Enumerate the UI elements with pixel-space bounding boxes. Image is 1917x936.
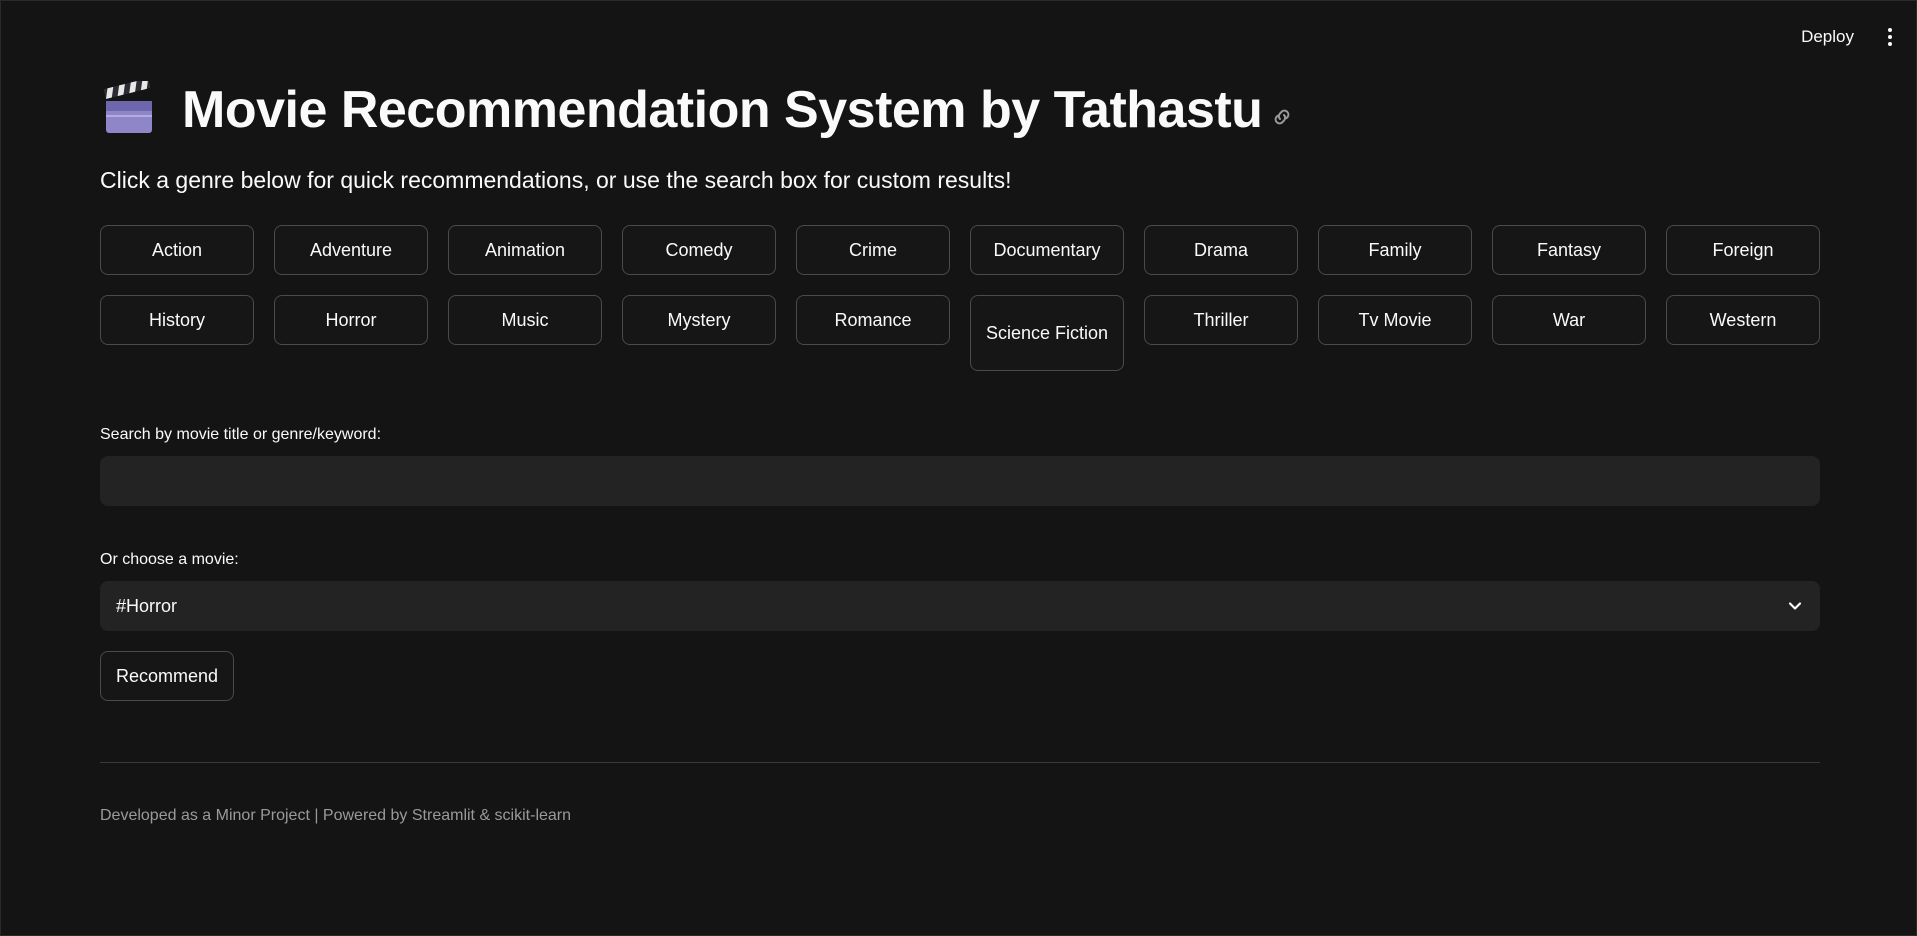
footer-text: Developed as a Minor Project | Powered b…	[100, 807, 572, 824]
link-icon[interactable]	[1270, 105, 1294, 129]
main-menu-button[interactable]	[1882, 26, 1898, 48]
genre-button-history[interactable]: History	[100, 295, 254, 345]
genre-button-thriller[interactable]: Thriller	[1144, 295, 1298, 345]
title-row: Movie Recommendation System by Tathastu	[100, 75, 1294, 145]
page-title: Movie Recommendation System by Tathastu	[182, 81, 1263, 139]
search-input[interactable]	[100, 456, 1820, 506]
recommend-button[interactable]: Recommend	[100, 651, 235, 701]
vertical-dots-icon	[1888, 28, 1892, 32]
genre-button-music[interactable]: Music	[448, 295, 602, 345]
genre-button-war[interactable]: War	[1492, 295, 1646, 345]
movie-select-label: Or choose a movie:	[100, 551, 239, 568]
page-subtitle: Click a genre below for quick recommenda…	[100, 167, 1012, 193]
genre-button-grid: Action Adventure Animation Comedy Crime …	[100, 225, 1820, 371]
deploy-button[interactable]: Deploy	[1795, 23, 1860, 51]
clapper-board-icon	[103, 81, 152, 133]
movie-select[interactable]: #Horror	[100, 581, 1820, 631]
top-toolbar: Deploy	[1795, 23, 1898, 51]
divider	[100, 762, 1820, 763]
genre-button-mystery[interactable]: Mystery	[622, 295, 776, 345]
genre-button-action[interactable]: Action	[100, 225, 254, 275]
app-window: Deploy Movie Recommendation System by Ta…	[0, 0, 1917, 936]
genre-button-adventure[interactable]: Adventure	[274, 225, 428, 275]
genre-button-western[interactable]: Western	[1666, 295, 1820, 345]
genre-button-romance[interactable]: Romance	[796, 295, 950, 345]
chevron-down-icon	[1788, 602, 1802, 610]
genre-button-animation[interactable]: Animation	[448, 225, 602, 275]
movie-select-value: #Horror	[116, 595, 178, 616]
genre-button-horror[interactable]: Horror	[274, 295, 428, 345]
genre-button-comedy[interactable]: Comedy	[622, 225, 776, 275]
genre-button-foreign[interactable]: Foreign	[1666, 225, 1820, 275]
genre-button-crime[interactable]: Crime	[796, 225, 950, 275]
genre-button-family[interactable]: Family	[1318, 225, 1472, 275]
genre-button-drama[interactable]: Drama	[1144, 225, 1298, 275]
genre-button-fantasy[interactable]: Fantasy	[1492, 225, 1646, 275]
genre-button-tv-movie[interactable]: Tv Movie	[1318, 295, 1472, 345]
genre-button-science-fiction[interactable]: Science Fiction	[970, 295, 1124, 371]
genre-button-documentary[interactable]: Documentary	[970, 225, 1124, 275]
search-label: Search by movie title or genre/keyword:	[100, 426, 382, 443]
